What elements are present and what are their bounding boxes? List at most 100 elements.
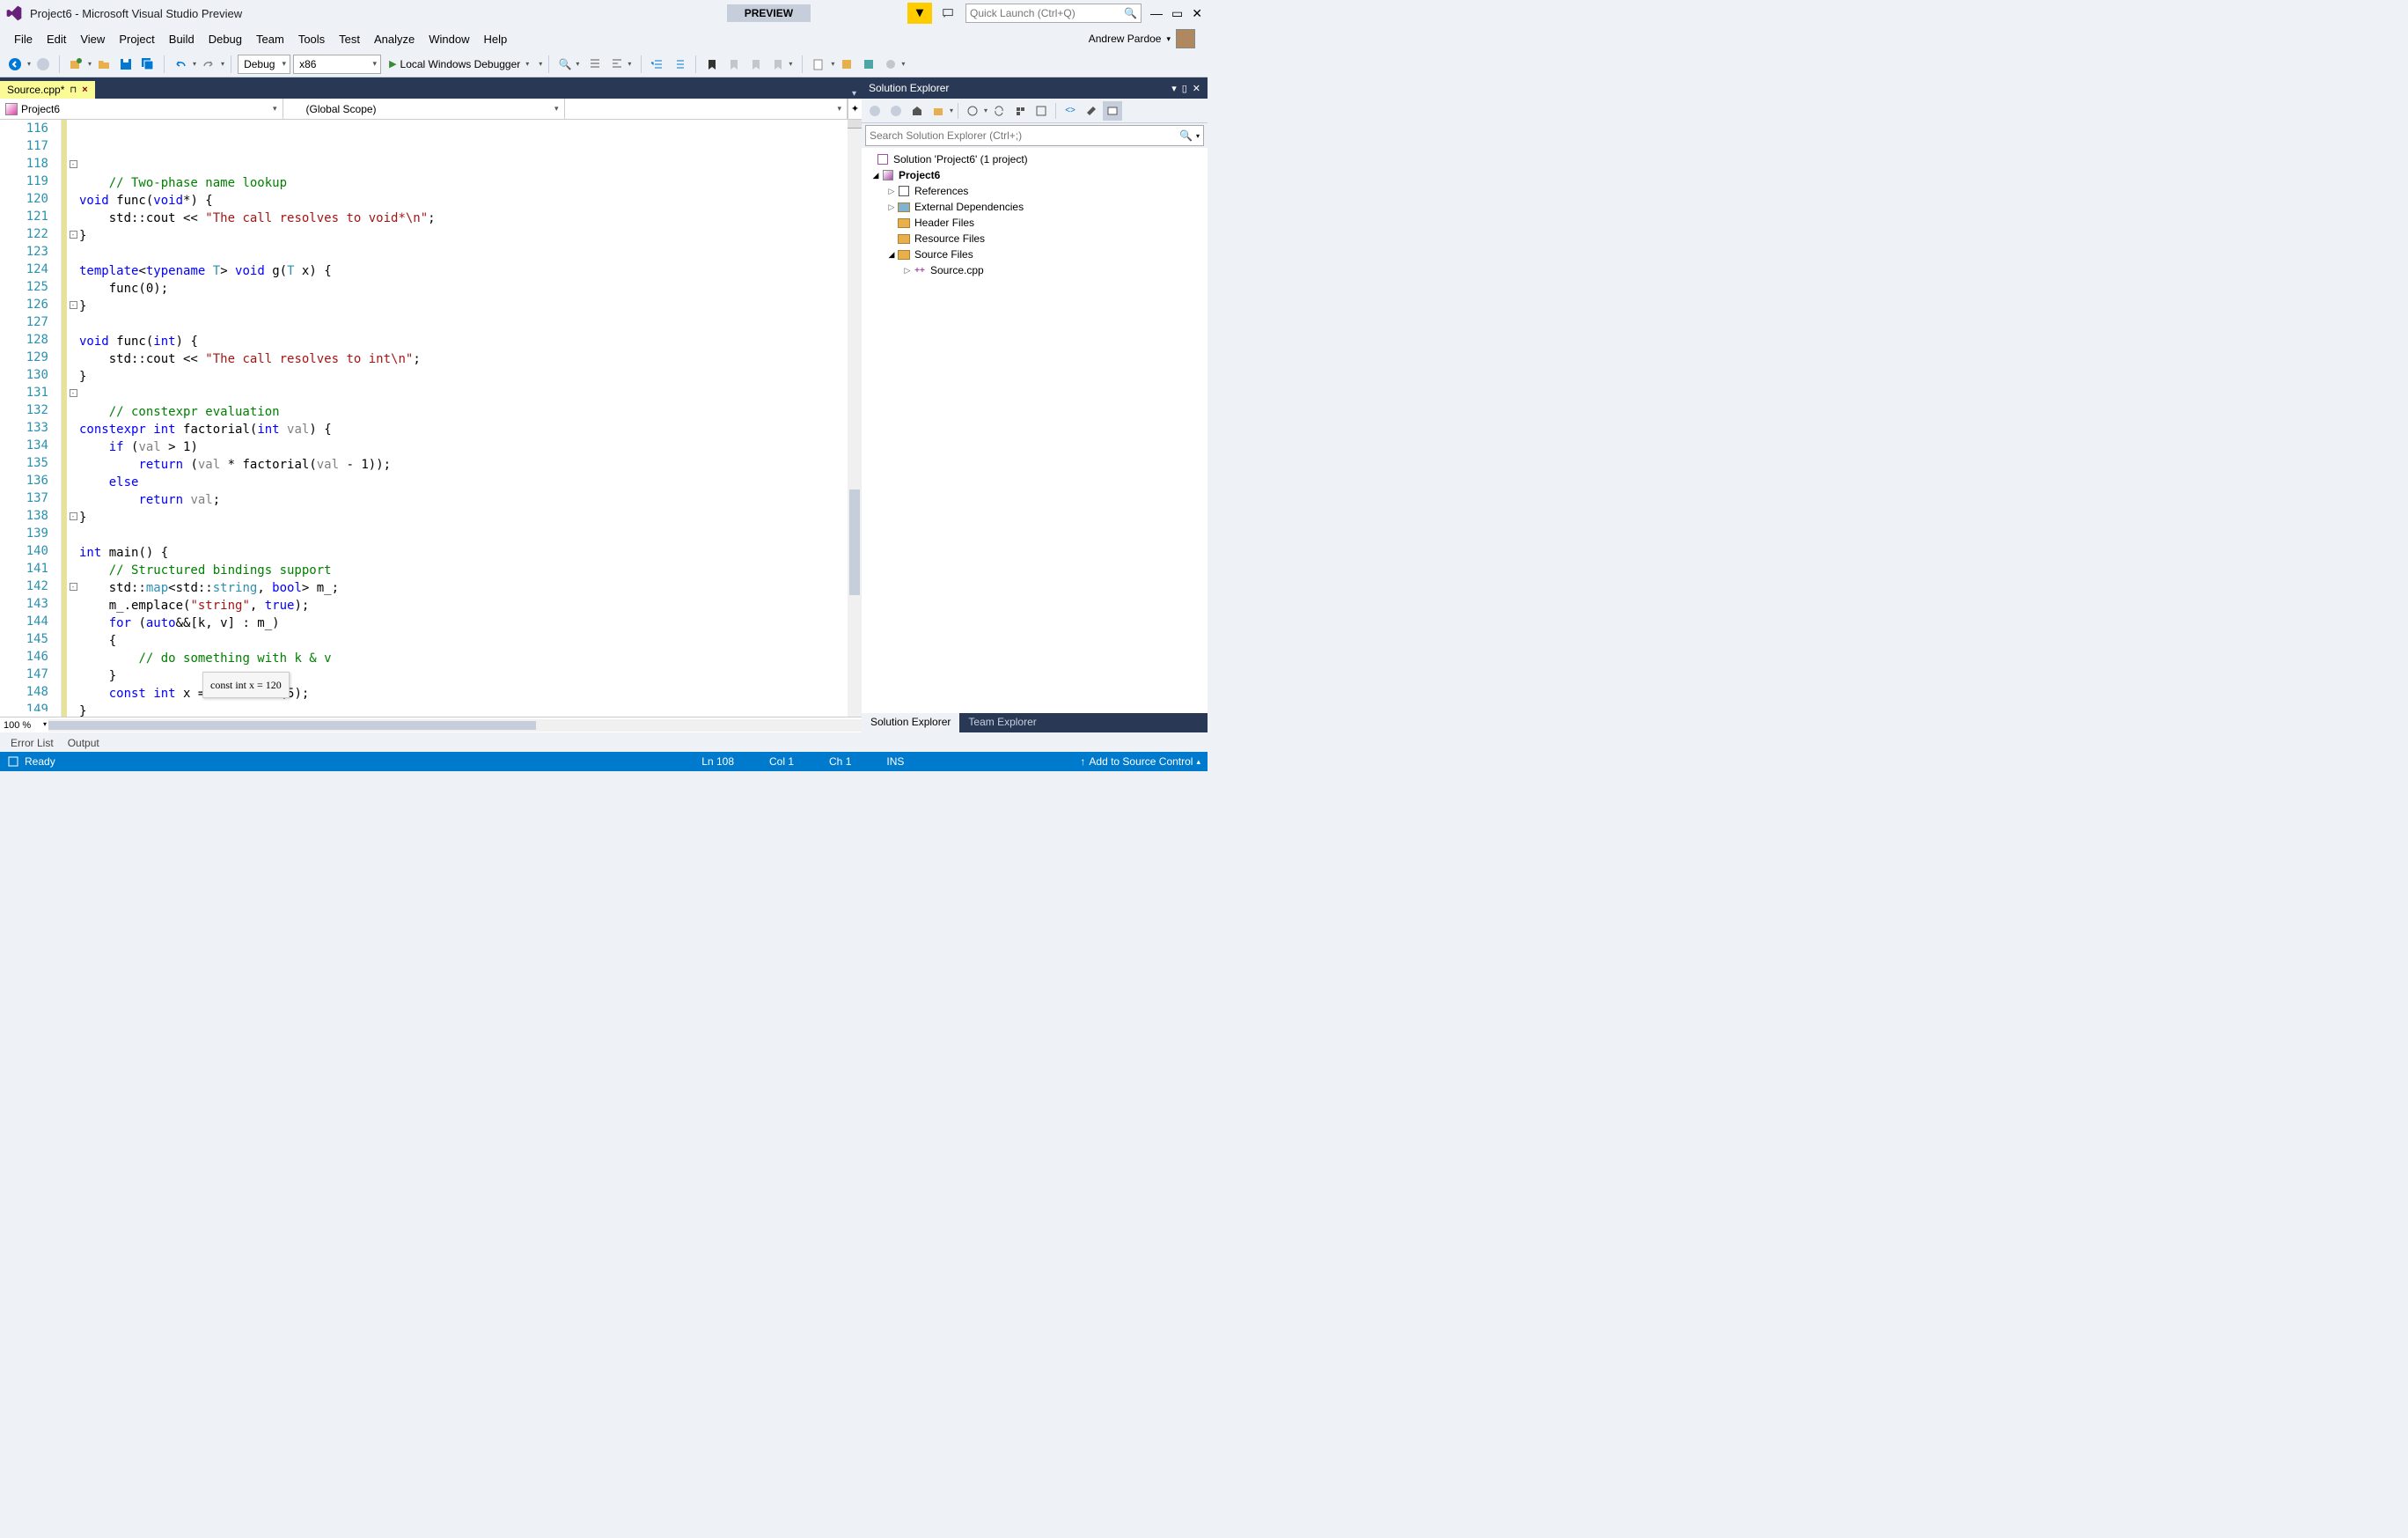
fold-toggle[interactable]: - xyxy=(70,389,77,397)
tab-close-button[interactable]: × xyxy=(82,85,87,95)
side-tab-solution-explorer[interactable]: Solution Explorer xyxy=(862,713,959,732)
menu-team[interactable]: Team xyxy=(249,29,291,49)
project-context-combo[interactable]: Project6 xyxy=(0,99,283,119)
side-tab-team-explorer[interactable]: Team Explorer xyxy=(959,713,1045,732)
chevron-down-icon[interactable]: ▾ xyxy=(901,60,905,68)
quick-launch-box[interactable]: 🔍 xyxy=(965,4,1142,23)
menu-window[interactable]: Window xyxy=(422,29,476,49)
se-sync-button[interactable] xyxy=(989,101,1009,121)
se-search-box[interactable]: 🔍 ▾ xyxy=(865,125,1204,146)
fold-toggle[interactable]: - xyxy=(70,583,77,591)
class-view-button[interactable] xyxy=(859,55,878,74)
nav-back-button[interactable] xyxy=(5,55,25,74)
se-code-button[interactable]: <> xyxy=(1061,101,1080,121)
bottom-tab-error-list[interactable]: Error List xyxy=(4,734,61,752)
solution-platform-combo[interactable]: x86 xyxy=(293,55,381,74)
solution-config-combo[interactable]: Debug xyxy=(238,55,290,74)
se-forward-button[interactable] xyxy=(886,101,906,121)
chevron-down-icon[interactable]: ▾ xyxy=(628,60,631,68)
menu-analyze[interactable]: Analyze xyxy=(367,29,422,49)
se-properties-button[interactable] xyxy=(1082,101,1101,121)
se-pending-button[interactable] xyxy=(963,101,982,121)
chevron-down-icon[interactable]: ▾ xyxy=(27,60,31,68)
se-refresh-button[interactable] xyxy=(1010,101,1030,121)
menu-view[interactable]: View xyxy=(73,29,112,49)
horizontal-scrollbar[interactable] xyxy=(48,719,862,732)
tab-pin-button[interactable]: ⊓ xyxy=(70,85,77,95)
add-class-button[interactable] xyxy=(837,55,856,74)
bookmark-button[interactable] xyxy=(702,55,722,74)
panel-close-button[interactable]: ✕ xyxy=(1193,83,1200,94)
tree-node-references[interactable]: ▷ References xyxy=(862,183,1208,199)
step-over-button[interactable] xyxy=(607,55,627,74)
indent-decrease-button[interactable] xyxy=(648,55,667,74)
redo-button[interactable] xyxy=(199,55,218,74)
vertical-scrollbar[interactable] xyxy=(848,120,862,717)
minimize-button[interactable]: — xyxy=(1150,6,1163,21)
find-button[interactable]: 🔍 xyxy=(555,55,575,74)
code-editor[interactable]: // Two-phase name lookupvoid func(void*)… xyxy=(79,120,848,717)
notifications-button[interactable] xyxy=(907,3,932,24)
fold-toggle[interactable]: - xyxy=(70,301,77,309)
tree-node-source-files[interactable]: ◢ Source Files xyxy=(862,247,1208,262)
menu-help[interactable]: Help xyxy=(477,29,515,49)
tree-node-header-files[interactable]: Header Files xyxy=(862,215,1208,231)
panel-pin-button[interactable]: ▯ xyxy=(1182,83,1187,94)
panel-dropdown-button[interactable]: ▾ xyxy=(1171,83,1177,94)
se-preview-button[interactable] xyxy=(1103,101,1122,121)
menu-file[interactable]: File xyxy=(7,29,40,49)
se-search-input[interactable] xyxy=(870,129,1179,142)
bookmark-next-button[interactable] xyxy=(746,55,766,74)
chevron-down-icon[interactable]: ▾ xyxy=(576,60,579,68)
user-avatar[interactable] xyxy=(1176,29,1195,48)
scrollbar-thumb[interactable] xyxy=(48,721,536,730)
close-button[interactable]: ✕ xyxy=(1192,6,1202,21)
chevron-down-icon[interactable]: ▾ xyxy=(539,60,542,68)
tree-node-solution[interactable]: Solution 'Project6' (1 project) xyxy=(862,151,1208,167)
new-project-button[interactable] xyxy=(66,55,85,74)
tab-overflow-button[interactable]: ▾ xyxy=(847,89,862,99)
fold-toggle[interactable]: - xyxy=(70,512,77,520)
nav-forward-button[interactable] xyxy=(33,55,53,74)
tree-node-resource-files[interactable]: Resource Files xyxy=(862,231,1208,247)
tree-node-external-deps[interactable]: ▷ External Dependencies xyxy=(862,199,1208,215)
splitter-handle[interactable] xyxy=(848,120,862,129)
bottom-tab-output[interactable]: Output xyxy=(61,734,106,752)
se-home-button[interactable] xyxy=(907,101,927,121)
file-tab[interactable]: Source.cpp* ⊓ × xyxy=(0,81,95,99)
split-editor-button[interactable]: ✦ xyxy=(848,99,862,119)
bookmark-clear-button[interactable] xyxy=(768,55,788,74)
quick-launch-input[interactable] xyxy=(970,7,1124,19)
tree-node-source-cpp[interactable]: ▷ ++ Source.cpp xyxy=(862,262,1208,278)
start-debugging-button[interactable]: ▶ Local Windows Debugger ▾ xyxy=(384,55,534,74)
menu-test[interactable]: Test xyxy=(332,29,367,49)
tree-node-project[interactable]: ◢ Project6 xyxy=(862,167,1208,183)
menu-edit[interactable]: Edit xyxy=(40,29,73,49)
save-all-button[interactable] xyxy=(138,55,158,74)
chevron-down-icon[interactable]: ▾ xyxy=(1196,132,1200,140)
se-scope-button[interactable] xyxy=(929,101,948,121)
menu-debug[interactable]: Debug xyxy=(202,29,249,49)
indent-increase-button[interactable] xyxy=(670,55,689,74)
show-class-button[interactable] xyxy=(881,55,900,74)
menu-tools[interactable]: Tools xyxy=(291,29,332,49)
menu-build[interactable]: Build xyxy=(162,29,202,49)
se-back-button[interactable] xyxy=(865,101,885,121)
menu-project[interactable]: Project xyxy=(112,29,161,49)
feedback-button[interactable] xyxy=(936,3,960,24)
scope-combo[interactable]: (Global Scope) xyxy=(283,99,565,119)
new-item-button[interactable] xyxy=(809,55,828,74)
chevron-down-icon[interactable]: ▾ xyxy=(789,60,792,68)
open-file-button[interactable] xyxy=(94,55,114,74)
user-name[interactable]: Andrew Pardoe xyxy=(1089,33,1162,45)
zoom-combo[interactable]: 100 % xyxy=(0,720,48,731)
undo-button[interactable] xyxy=(171,55,190,74)
fold-toggle[interactable]: - xyxy=(70,231,77,239)
solution-tree[interactable]: Solution 'Project6' (1 project) ◢ Projec… xyxy=(862,148,1208,713)
save-button[interactable] xyxy=(116,55,136,74)
fold-toggle[interactable]: - xyxy=(70,160,77,168)
se-collapse-button[interactable] xyxy=(1031,101,1051,121)
step-into-button[interactable] xyxy=(585,55,605,74)
source-control-button[interactable]: ↑ Add to Source Control ▴ xyxy=(1080,755,1200,768)
member-combo[interactable] xyxy=(565,99,848,119)
